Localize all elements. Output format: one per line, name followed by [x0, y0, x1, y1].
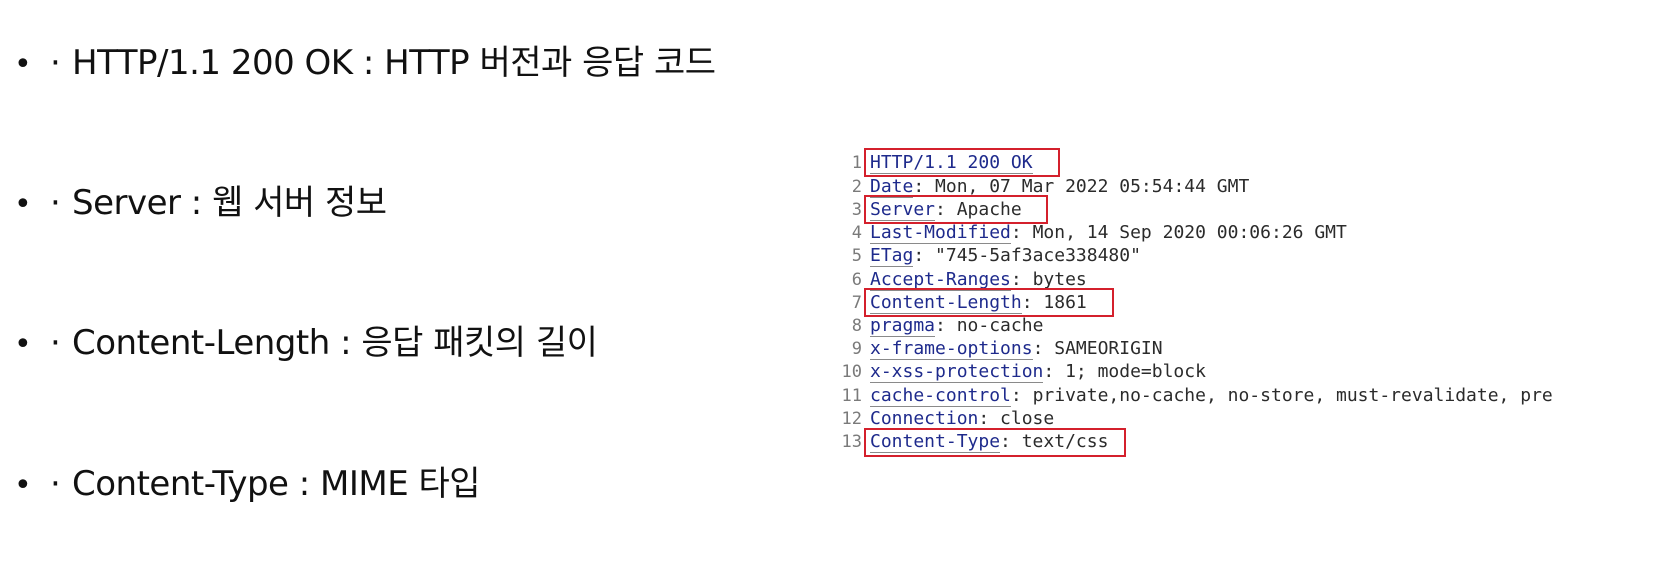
bullet-item: • · Content-Type : MIME 타입: [14, 462, 481, 508]
line-number: 11: [841, 386, 862, 406]
header-key: x-frame-options: [870, 338, 1033, 360]
header-value: : no-cache: [935, 315, 1044, 336]
line-number: 12: [841, 409, 862, 429]
response-line: 9 x-frame-options: SAMEORIGIN: [838, 337, 1163, 361]
line-number: 5: [851, 246, 862, 266]
response-line: 4 Last-Modified: Mon, 14 Sep 2020 00:06:2…: [838, 221, 1347, 245]
highlight-box-content-type: [864, 428, 1126, 457]
header-value: : Mon, 14 Sep 2020 00:06:26 GMT: [1010, 222, 1347, 243]
bullet-text: HTTP/1.1 200 OK : HTTP 버전과 응답 코드: [72, 43, 716, 83]
highlight-box-status: [864, 148, 1060, 177]
line-number: 4: [851, 223, 862, 243]
bullet-middot: ·: [50, 183, 61, 223]
header-value: : 1; mode=block: [1043, 361, 1206, 382]
line-number: 1: [851, 153, 862, 173]
response-line: 2 Date: Mon, 07 Mar 2022 05:54:44 GMT: [838, 175, 1249, 199]
line-number: 9: [851, 339, 862, 359]
bullet-marker: •: [14, 468, 32, 503]
response-line: 5 ETag: "745-5af3ace338480": [838, 244, 1141, 268]
bullet-item: • · Content-Length : 응답 패킷의 길이: [14, 321, 598, 367]
http-response-listing: 1 HTTP/1.1 200 OK 2 Date: Mon, 07 Mar 2022…: [838, 148, 1664, 478]
response-line: 10 x-xss-protection: 1; mode=block: [838, 360, 1206, 384]
header-key: x-xss-protection: [870, 361, 1044, 383]
header-value: : "745-5af3ace338480": [913, 245, 1141, 266]
highlight-box-server: [864, 195, 1048, 224]
bullet-text: Content-Type : MIME 타입: [72, 464, 481, 504]
header-key: Connection: [870, 408, 979, 430]
line-number: 2: [851, 177, 862, 197]
line-number: 6: [851, 270, 862, 290]
bullet-text: Content-Length : 응답 패킷의 길이: [72, 323, 598, 363]
bullet-middot: ·: [50, 464, 61, 504]
line-number: 13: [841, 432, 862, 452]
response-line: 1 HTTP/1.1 200 OK: [838, 151, 1033, 175]
header-value: : private,no-cache, no-store, must-reval…: [1010, 385, 1553, 406]
header-value: : bytes: [1010, 269, 1087, 290]
bullet-marker: •: [14, 327, 32, 362]
line-number: 3: [851, 200, 862, 220]
bullet-middot: ·: [50, 43, 61, 83]
header-key: Last-Modified: [870, 222, 1011, 244]
response-line: 11 cache-control: private,no-cache, no-st…: [838, 384, 1553, 408]
line-number: 10: [841, 362, 862, 382]
line-number: 8: [851, 316, 862, 336]
response-line: 6 Accept-Ranges: bytes: [838, 268, 1087, 292]
response-line: 12 Connection: close: [838, 407, 1054, 431]
header-key: ETag: [870, 245, 914, 267]
header-value: : SAMEORIGIN: [1032, 338, 1163, 359]
bullet-marker: •: [14, 187, 32, 222]
response-line: 7 Content-Length: 1861: [838, 291, 1087, 315]
header-key: pragma: [870, 315, 936, 337]
header-value: : Mon, 07 Mar 2022 05:54:44 GMT: [913, 176, 1250, 197]
header-value: : close: [978, 408, 1055, 429]
header-key: cache-control: [870, 385, 1011, 407]
bullet-text: Server : 웹 서버 정보: [72, 183, 387, 223]
bullet-middot: ·: [50, 323, 61, 363]
response-line: 8 pragma: no-cache: [838, 314, 1043, 338]
bullet-item: • · Server : 웹 서버 정보: [14, 181, 387, 227]
response-line: 13 Content-Type: text/css: [838, 430, 1108, 454]
line-number: 7: [851, 293, 862, 313]
highlight-box-content-length: [864, 288, 1114, 317]
response-line: 3 Server: Apache: [838, 198, 1022, 222]
bullet-item: • · HTTP/1.1 200 OK : HTTP 버전과 응답 코드: [14, 41, 716, 87]
bullet-marker: •: [14, 47, 32, 82]
